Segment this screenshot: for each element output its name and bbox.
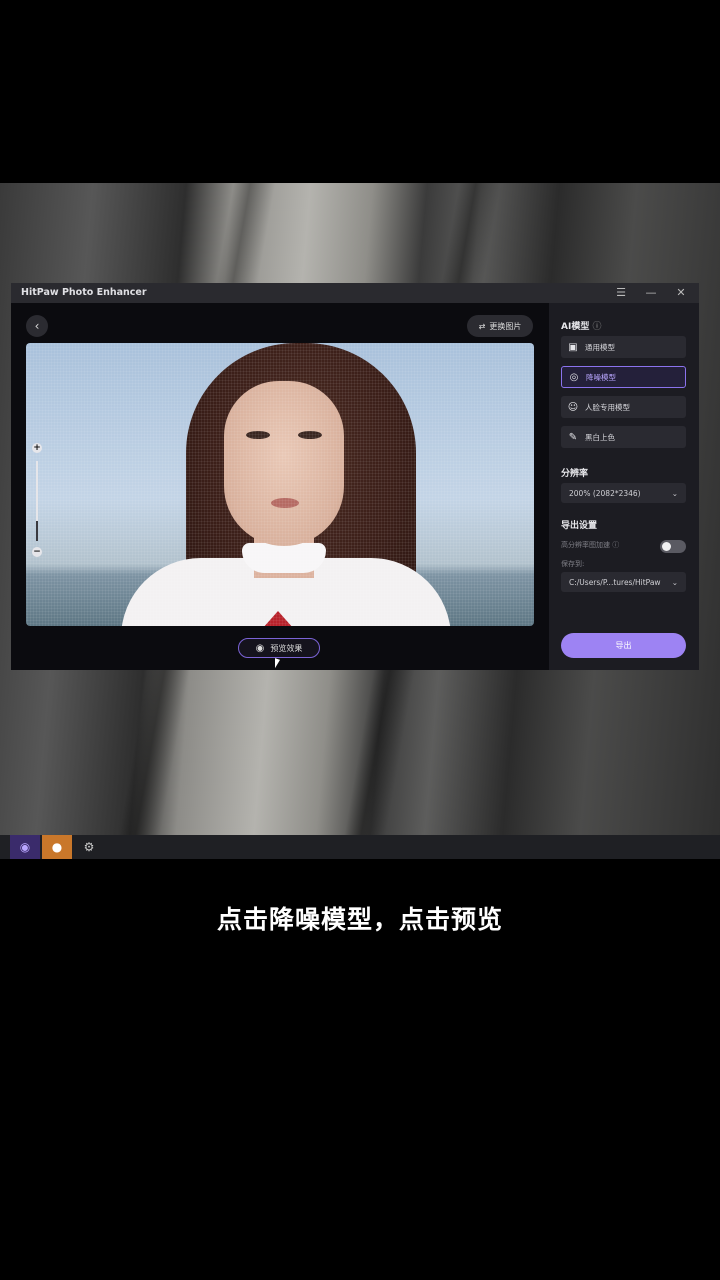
model-colorize-button[interactable]: ✎ 黑白上色 [561, 426, 686, 448]
wechat-taskbar-icon[interactable]: ● [42, 835, 72, 859]
export-settings-heading: 导出设置 [561, 521, 598, 531]
back-icon: ‹ [34, 319, 40, 333]
window-title: HitPaw Photo Enhancer [21, 287, 147, 298]
replace-image-label: 更换图片 [489, 321, 522, 331]
image-icon: ▣ [568, 341, 578, 353]
zoom-out-icon[interactable]: − [32, 547, 42, 557]
export-button[interactable]: 导出 [561, 633, 686, 658]
hires-accel-toggle[interactable] [660, 540, 686, 553]
info-icon[interactable]: ⓘ [592, 322, 601, 332]
mouse-cursor-icon [275, 658, 280, 670]
model-colorize-label: 黑白上色 [585, 432, 615, 442]
preview-effect-button[interactable]: ◉ 预览效果 [238, 638, 320, 658]
replace-image-button[interactable]: ⇄ 更换图片 [467, 315, 533, 337]
menu-icon[interactable]: ☰ [611, 285, 631, 301]
zoom-track-rest[interactable] [36, 521, 38, 541]
zoom-slider[interactable]: + − [30, 443, 44, 563]
minimize-icon[interactable]: — [641, 285, 661, 301]
title-bar: HitPaw Photo Enhancer ☰ — ✕ [11, 283, 699, 303]
face-icon: ☺ [567, 401, 579, 413]
model-denoise-button[interactable]: ◎ 降噪模型 [561, 366, 686, 388]
model-general-button[interactable]: ▣ 通用模型 [561, 336, 686, 358]
eye-icon: ◉ [255, 642, 265, 654]
hitpaw-taskbar-icon[interactable]: ◉ [10, 835, 40, 859]
hires-accel-row: 高分辨率图加速 ⓘ [561, 541, 620, 549]
resolution-heading: 分辨率 [561, 469, 589, 479]
swap-icon: ⇄ [478, 321, 486, 331]
zoom-in-icon[interactable]: + [32, 443, 42, 453]
chevron-down-icon: ⌄ [671, 577, 678, 587]
app-window: HitPaw Photo Enhancer ☰ — ✕ ‹ ⇄ 更换图片 + − [11, 283, 699, 670]
resolution-value: 200% (2082*2346) [569, 488, 641, 498]
model-face-button[interactable]: ☺ 人脸专用模型 [561, 396, 686, 418]
chevron-down-icon: ⌄ [671, 488, 678, 498]
ai-model-heading: AI模型 ⓘ [561, 322, 602, 332]
video-caption: 点击降噪模型，点击预览 [216, 905, 503, 934]
taskbar: ◉ ● ⚙ [0, 835, 720, 859]
info-icon[interactable]: ⓘ [612, 541, 619, 549]
save-to-label: 保存到: [561, 560, 585, 568]
save-path-value: C:/Users/P...tures/HitPaw [569, 577, 661, 587]
model-denoise-label: 降噪模型 [586, 372, 616, 382]
save-path-select[interactable]: C:/Users/P...tures/HitPaw ⌄ [561, 572, 686, 592]
photo-preview[interactable] [26, 343, 534, 626]
settings-panel: AI模型 ⓘ ▣ 通用模型 ◎ 降噪模型 ☺ 人脸专用模型 ✎ 黑白上色 分辨率… [549, 303, 699, 670]
resolution-select[interactable]: 200% (2082*2346) ⌄ [561, 483, 686, 503]
close-icon[interactable]: ✕ [671, 285, 691, 301]
preview-effect-label: 预览效果 [270, 643, 303, 653]
zoom-track[interactable] [36, 461, 38, 521]
brush-icon: ✎ [568, 431, 578, 443]
back-button[interactable]: ‹ [26, 315, 48, 337]
model-general-label: 通用模型 [585, 342, 615, 352]
denoise-icon: ◎ [569, 371, 579, 383]
photo-noise [26, 343, 534, 626]
app-taskbar-icon[interactable]: ⚙ [74, 835, 104, 859]
preview-area: ‹ ⇄ 更换图片 + − ◉ 预览效果 [11, 303, 549, 670]
model-face-label: 人脸专用模型 [585, 402, 630, 412]
